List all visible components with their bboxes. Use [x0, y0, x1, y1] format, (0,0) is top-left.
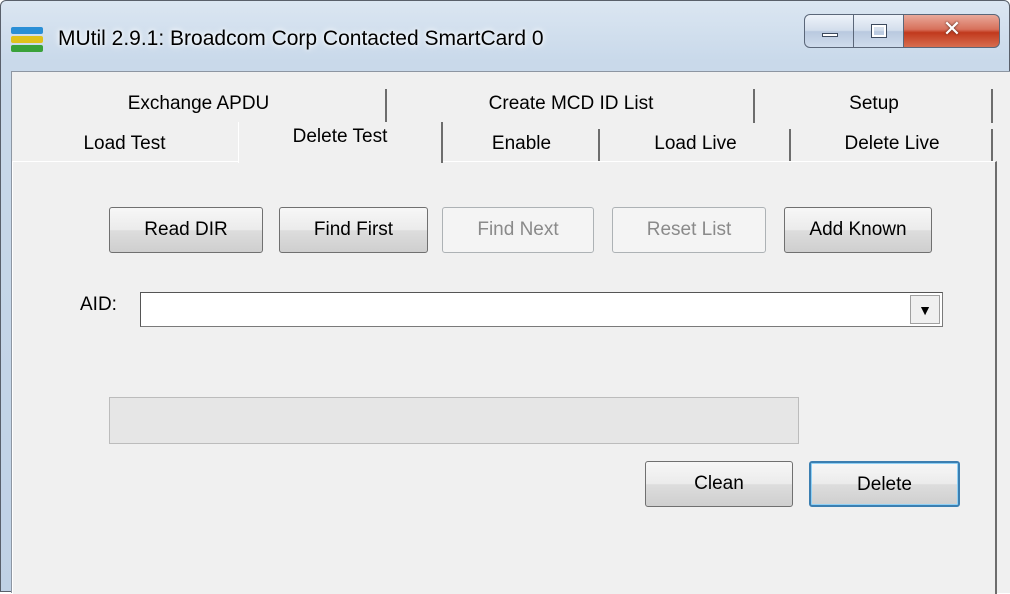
- tab-load-live[interactable]: Load Live: [602, 129, 791, 163]
- close-button[interactable]: ✕: [904, 14, 1000, 48]
- tab-delete-live[interactable]: Delete Live: [793, 129, 993, 163]
- clean-button[interactable]: Clean: [645, 461, 793, 507]
- tab-label: Setup: [849, 93, 899, 114]
- close-icon: ✕: [942, 17, 962, 42]
- tab-enable[interactable]: Enable: [445, 129, 600, 163]
- chevron-down-icon: ▼: [918, 302, 932, 318]
- app-stripes-icon: [11, 27, 43, 53]
- combo-dropdown-button[interactable]: ▼: [910, 295, 940, 324]
- tab-delete-test[interactable]: Delete Test: [238, 122, 443, 163]
- add-known-button[interactable]: Add Known: [784, 207, 932, 253]
- find-next-button[interactable]: Find Next: [442, 207, 594, 253]
- window-title: MUtil 2.9.1: Broadcom Corp Contacted Sma…: [58, 27, 544, 50]
- tab-label: Delete Test: [292, 126, 388, 147]
- main-window: MUtil 2.9.1: Broadcom Corp Contacted Sma…: [0, 0, 1010, 594]
- progress-bar: [109, 397, 799, 444]
- find-first-button[interactable]: Find First: [279, 207, 428, 253]
- aid-label: AID:: [80, 294, 117, 315]
- tab-label: Create MCD ID List: [488, 93, 654, 114]
- read-dir-button[interactable]: Read DIR: [109, 207, 263, 253]
- reset-list-button[interactable]: Reset List: [612, 207, 766, 253]
- minimize-icon: [822, 33, 838, 37]
- client-area: Exchange APDU Create MCD ID List Setup L…: [11, 71, 1010, 594]
- maximize-icon: [871, 24, 887, 38]
- tab-create-mcd-id-list[interactable]: Create MCD ID List: [389, 89, 755, 123]
- tab-label: Load Live: [654, 133, 737, 154]
- tab-label: Delete Live: [844, 133, 940, 154]
- aid-combobox[interactable]: ▼: [140, 292, 943, 327]
- tab-load-test[interactable]: Load Test: [12, 129, 237, 163]
- delete-button[interactable]: Delete: [809, 461, 960, 507]
- maximize-button[interactable]: [854, 14, 904, 48]
- minimize-button[interactable]: [804, 14, 854, 48]
- tab-label: Exchange APDU: [127, 93, 270, 114]
- tab-label: Enable: [491, 133, 552, 154]
- tab-exchange-apdu[interactable]: Exchange APDU: [12, 89, 387, 123]
- tab-label: Load Test: [83, 133, 166, 154]
- tab-setup[interactable]: Setup: [757, 89, 993, 123]
- title-bar[interactable]: MUtil 2.9.1: Broadcom Corp Contacted Sma…: [1, 1, 1009, 71]
